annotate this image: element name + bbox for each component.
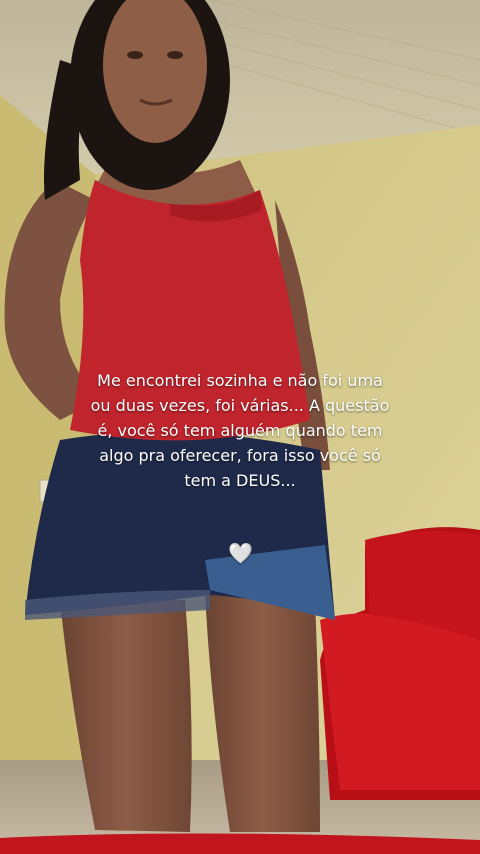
caption-line: ou duas vezes, foi várias... A questão	[90, 396, 390, 415]
caption-line: tem a DEUS...	[184, 471, 296, 490]
caption-text: Me encontrei sozinha e não foi uma ou du…	[70, 368, 410, 493]
white-heart-icon: 🤍	[228, 541, 253, 565]
caption-line: algo pra oferecer, fora isso você só	[99, 446, 381, 465]
caption-line: é, você só tem alguém quando tem	[97, 421, 383, 440]
caption-line: Me encontrei sozinha e não foi uma	[97, 371, 383, 390]
